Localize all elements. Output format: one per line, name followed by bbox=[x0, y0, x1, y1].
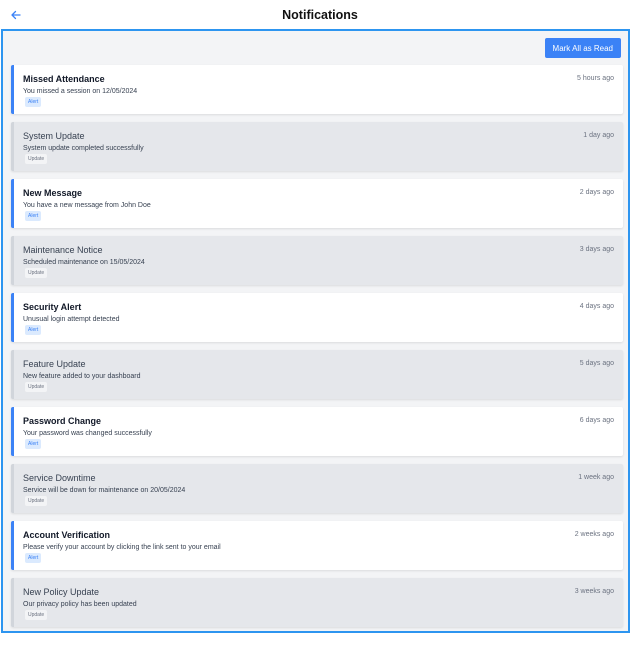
notification-message: You have a new message from John Doe bbox=[23, 202, 151, 209]
notification-timestamp: 3 weeks ago bbox=[574, 588, 614, 595]
notification-type-badge: Alert bbox=[25, 439, 42, 449]
notification-type-badge: Update bbox=[25, 382, 48, 392]
notification-message: System update completed successfully bbox=[23, 145, 144, 152]
notification-title: New Policy Update bbox=[23, 587, 100, 597]
notification-type-badge: Update bbox=[25, 154, 48, 164]
header-bar: Notifications bbox=[0, 0, 640, 30]
notification-item[interactable]: Missed Attendance You missed a session on… bbox=[11, 65, 623, 114]
notification-message: Scheduled maintenance on 15/05/2024 bbox=[23, 259, 145, 266]
notification-timestamp: 1 day ago bbox=[583, 132, 614, 139]
notification-item[interactable]: New Policy Update Our privacy policy has … bbox=[11, 578, 623, 627]
notification-item[interactable]: Maintenance Notice Scheduled maintenance … bbox=[11, 236, 623, 285]
notification-title: Feature Update bbox=[23, 359, 86, 369]
notification-title: System Update bbox=[23, 131, 85, 141]
notification-type-badge: Alert bbox=[25, 325, 42, 335]
notification-list: Missed Attendance You missed a session on… bbox=[11, 65, 623, 635]
page-title: Notifications bbox=[282, 8, 358, 22]
notification-title: Account Verification bbox=[23, 530, 111, 540]
notification-timestamp: 1 week ago bbox=[578, 474, 614, 481]
notification-timestamp: 4 days ago bbox=[579, 303, 614, 310]
notification-title: Service Downtime bbox=[23, 473, 96, 483]
notification-item[interactable]: New Message You have a new message from J… bbox=[11, 179, 623, 228]
notification-title: Maintenance Notice bbox=[23, 245, 103, 255]
notification-title: Missed Attendance bbox=[23, 74, 105, 84]
notification-timestamp: 2 days ago bbox=[579, 189, 614, 196]
notification-timestamp: 5 days ago bbox=[579, 360, 614, 367]
notification-item[interactable]: Feature Update New feature added to your … bbox=[11, 350, 623, 399]
notification-message: Please verify your account by clicking t… bbox=[23, 544, 221, 551]
notification-type-badge: Alert bbox=[25, 211, 42, 221]
notification-type-badge: Alert bbox=[25, 97, 42, 107]
notification-type-badge: Update bbox=[25, 496, 48, 506]
notification-timestamp: 3 days ago bbox=[579, 246, 614, 253]
notification-timestamp: 2 weeks ago bbox=[574, 531, 614, 538]
notification-title: New Message bbox=[23, 188, 83, 198]
arrow-left-icon bbox=[11, 10, 21, 20]
notification-message: Your password was changed successfully bbox=[23, 430, 152, 437]
notifications-panel: Mark All as Read Missed Attendance You mi… bbox=[1, 29, 630, 633]
notification-item[interactable]: Account Verification Please verify your a… bbox=[11, 521, 623, 570]
notification-message: Our privacy policy has been updated bbox=[23, 601, 137, 608]
notification-message: New feature added to your dashboard bbox=[23, 373, 141, 380]
notification-item[interactable]: Security Alert Unusual login attempt dete… bbox=[11, 293, 623, 342]
notification-timestamp: 6 days ago bbox=[579, 417, 614, 424]
notification-message: Unusual login attempt detected bbox=[23, 316, 120, 323]
notification-title: Security Alert bbox=[23, 302, 82, 312]
notification-message: Service will be down for maintenance on … bbox=[23, 487, 186, 494]
notification-type-badge: Update bbox=[25, 610, 48, 620]
notification-title: Password Change bbox=[23, 416, 102, 426]
notification-item[interactable]: Service Downtime Service will be down for… bbox=[11, 464, 623, 513]
mark-all-read-button[interactable]: Mark All as Read bbox=[544, 38, 621, 58]
notification-item[interactable]: Password Change Your password was changed… bbox=[11, 407, 623, 456]
notification-message: You missed a session on 12/05/2024 bbox=[23, 88, 138, 95]
notification-item[interactable]: System Update System update completed suc… bbox=[11, 122, 623, 171]
notification-type-badge: Update bbox=[25, 268, 48, 278]
back-button[interactable] bbox=[6, 5, 26, 25]
notification-timestamp: 5 hours ago bbox=[577, 75, 614, 82]
notification-type-badge: Alert bbox=[25, 553, 42, 563]
